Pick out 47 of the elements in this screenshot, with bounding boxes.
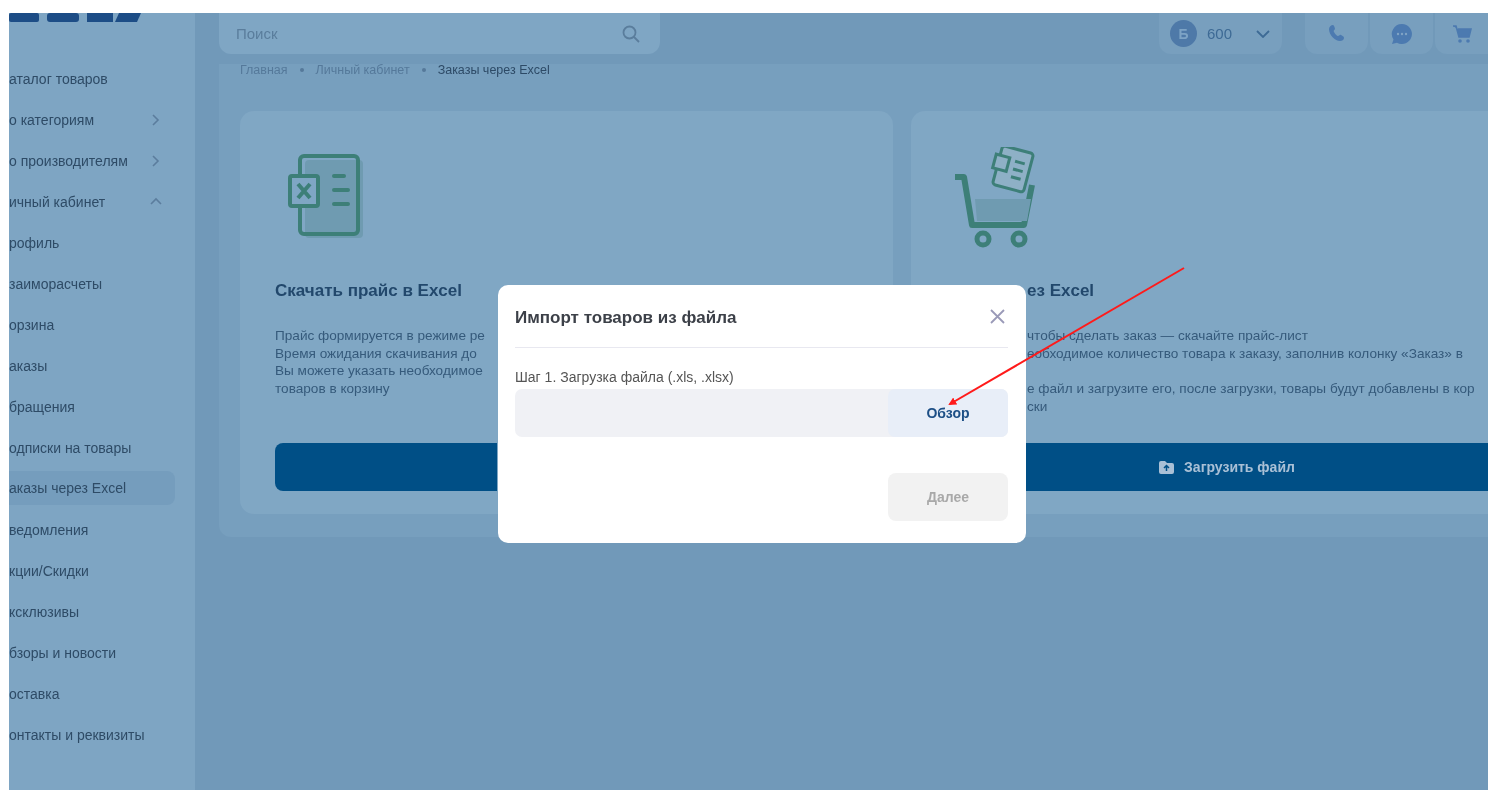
description-text: товаров в корзину: [275, 380, 390, 398]
step-label: Шаг 1. Загрузка файла (.xls, .xlsx): [515, 368, 735, 386]
browse-button[interactable]: Обзор: [888, 389, 1008, 437]
sidebar-item[interactable]: бзоры и новости: [9, 632, 175, 673]
sidebar-item[interactable]: аказы через Excel: [9, 471, 175, 505]
sidebar-item[interactable]: аталог товаров: [9, 58, 175, 99]
folder-upload-icon: [1158, 459, 1176, 475]
download-button[interactable]: [275, 443, 497, 491]
dialog-title: Импорт товаров из файла: [515, 308, 737, 328]
sidebar-item[interactable]: о производителям: [9, 140, 175, 181]
cart-icon: [1451, 23, 1472, 44]
separator-dot-icon: [421, 68, 426, 72]
description-text: Вы можете указать необходимое: [275, 362, 483, 381]
card-title: Скачать прайс в Excel: [275, 281, 463, 301]
search-icon: [622, 24, 640, 43]
sidebar-item[interactable]: аказы: [9, 345, 175, 386]
cart-button[interactable]: [1435, 13, 1488, 54]
separator-dot-icon: [299, 68, 304, 72]
sidebar-item[interactable]: онтакты и реквизиты: [9, 714, 175, 755]
description-text: Прайс формируется в режиме ре: [275, 327, 485, 345]
sidebar-item[interactable]: бращения: [9, 386, 175, 427]
phone-button[interactable]: [1305, 13, 1368, 54]
sidebar-item[interactable]: заиморасчеты: [9, 263, 175, 304]
chat-icon: [1390, 22, 1413, 45]
sidebar-item[interactable]: орзина: [9, 304, 175, 345]
chevron-down-icon: [1256, 29, 1270, 38]
sidebar-item[interactable]: ксклюзивы: [9, 591, 175, 632]
description-text: Время ожидания скачивания до: [275, 344, 477, 363]
spreadsheet-document-icon: [288, 154, 366, 240]
breadcrumb-current: Заказы через Excel: [437, 63, 550, 77]
sidebar-item[interactable]: о категориям: [9, 99, 175, 140]
file-input-field[interactable]: Обзор: [515, 389, 1008, 437]
sidebar-item[interactable]: кции/Скидки: [9, 550, 175, 591]
card-title: ез Excel: [1027, 281, 1096, 301]
sidebar-item[interactable]: ведомления: [9, 509, 175, 550]
description-text: ски: [1027, 398, 1048, 416]
sidebar-item[interactable]: ичный кабинет: [9, 181, 175, 222]
chat-button[interactable]: [1370, 13, 1433, 54]
sidebar-item[interactable]: одписки на товары: [9, 427, 175, 468]
description-text: е файл и загрузите его, после загрузки, товары будут добавлены в кор: [1027, 380, 1475, 399]
logo-icon: [9, 13, 143, 22]
phone-icon: [1327, 24, 1346, 43]
close-icon[interactable]: [990, 308, 1005, 324]
shopping-cart-with-document-icon: [953, 147, 1037, 249]
sidebar-item[interactable]: оставка: [9, 673, 175, 714]
description-text: чтобы сделать заказ — скачайте прайс-лист: [1027, 327, 1308, 345]
sidebar-item[interactable]: рофиль: [9, 222, 175, 263]
